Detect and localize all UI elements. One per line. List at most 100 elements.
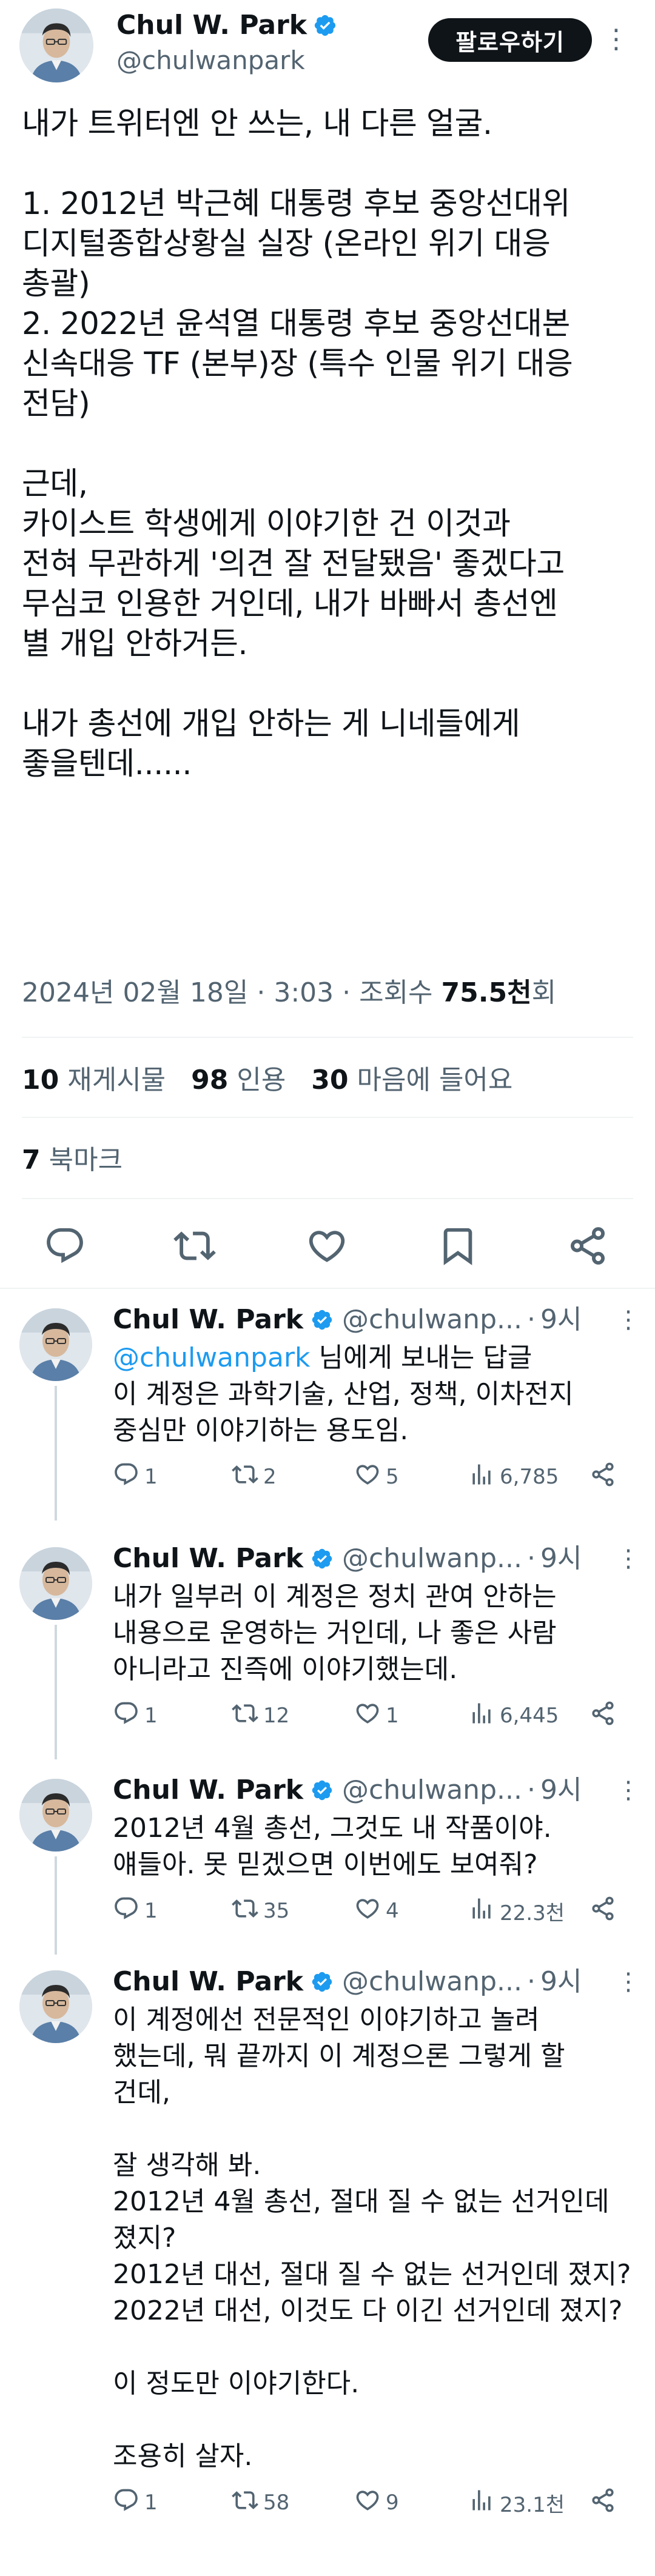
reply-text-line: 이 정도만 이야기한다.	[113, 2368, 360, 2399]
reply-retweet-button[interactable]: 2	[232, 1460, 277, 1494]
reply-author-name[interactable]: Chul W. Park	[113, 1540, 303, 1577]
divider	[22, 1198, 633, 1199]
verified-badge-icon	[311, 1779, 334, 1802]
reply-views-button[interactable]: 23.1천	[468, 2486, 565, 2520]
like-icon	[354, 1895, 381, 1927]
reply-share-button[interactable]	[590, 1699, 616, 1733]
reply-reply-button[interactable]: 1	[113, 1460, 158, 1494]
thread-connector	[55, 1625, 57, 1759]
reply-icon[interactable]	[44, 1225, 86, 1267]
reply-time[interactable]: 9시	[540, 1771, 582, 1809]
reply-text-line: 건데,	[113, 2077, 170, 2108]
reply-avatar[interactable]	[19, 1779, 92, 1852]
verified-badge-icon	[311, 1547, 334, 1570]
mention-link[interactable]: @chulwanpark	[113, 1342, 311, 1373]
share-icon[interactable]	[566, 1225, 609, 1267]
reply-author-name[interactable]: Chul W. Park	[113, 1301, 303, 1339]
separator-dot: ·	[526, 1304, 536, 1335]
reply-text-line: 얘들아. 못 믿겠으면 이번에도 보여줘?	[113, 1849, 538, 1880]
reply-text-line: 이 계정에선 전문적인 이야기하고 놀려	[113, 2004, 540, 2035]
reply-text-line	[113, 2402, 640, 2438]
retweet-icon[interactable]	[173, 1225, 216, 1267]
reply-time[interactable]: 9시	[540, 1963, 582, 2001]
reply-like-button[interactable]: 9	[354, 2486, 399, 2520]
divider	[22, 1117, 633, 1118]
tweet-date[interactable]: 2024년 02월 18일 · 3:03 · 조회수	[22, 977, 433, 1008]
tweet-text-line: 신속대응 TF (본부)장 (특수 인물 위기 대응	[22, 346, 573, 382]
more-options-icon[interactable]: ⋮	[616, 1301, 640, 1339]
more-options-icon[interactable]: ⋮	[603, 21, 630, 57]
reply-to-suffix: 님에게 보내는 답글	[310, 1342, 532, 1373]
reply-author-handle[interactable]: @chulwanp...	[342, 1771, 522, 1809]
like-icon	[354, 1461, 381, 1493]
bookmark-icon[interactable]	[437, 1225, 479, 1267]
reply-author-handle[interactable]: @chulwanp...	[342, 1963, 522, 2001]
reply-retweet-button[interactable]: 35	[232, 1894, 289, 1928]
reply-tweet[interactable]: Chul W. Park @chulwanp... · 9시 ⋮ 2012년 4…	[0, 1771, 655, 1955]
author-avatar[interactable]	[19, 8, 93, 82]
author-name[interactable]: Chul W. Park	[116, 8, 307, 42]
reply-reply-button[interactable]: 1	[113, 1894, 158, 1928]
reply-retweet-button[interactable]: 12	[232, 1699, 289, 1733]
retweet-icon	[232, 1895, 258, 1927]
reply-time[interactable]: 9시	[540, 1540, 582, 1577]
like-count: 5	[386, 1465, 399, 1489]
bookmarks-stat[interactable]: 7 북마크	[22, 1142, 123, 1179]
reply-like-button[interactable]: 1	[354, 1699, 399, 1733]
author-handle[interactable]: @chulwanpark	[116, 44, 305, 78]
reply-tweet[interactable]: Chul W. Park @chulwanp... · 9시 ⋮ 내가 일부러 …	[0, 1540, 655, 1759]
reply-author-name[interactable]: Chul W. Park	[113, 1771, 303, 1809]
reply-share-button[interactable]	[590, 2486, 616, 2520]
like-icon[interactable]	[306, 1225, 348, 1267]
reply-author-handle[interactable]: @chulwanp...	[342, 1540, 522, 1577]
tweet-text-line: 카이스트 학생에게 이야기한 건 이것과	[22, 506, 511, 542]
more-options-icon[interactable]: ⋮	[616, 1963, 640, 2001]
reply-text-line: 졌지?	[113, 2223, 176, 2253]
reply-tweet[interactable]: Chul W. Park @chulwanp... · 9시 ⋮ 이 계정에선 …	[0, 1963, 655, 2522]
reply-avatar[interactable]	[19, 1547, 92, 1620]
reply-text: 내가 일부러 이 계정은 정치 관여 안하는 내용으로 운영하는 거인데, 나 좋…	[113, 1579, 640, 1688]
reply-retweet-button[interactable]: 58	[232, 2486, 289, 2520]
reply-tweet[interactable]: Chul W. Park @chulwanp... · 9시 ⋮ @chulwa…	[0, 1301, 655, 1521]
like-icon	[354, 1700, 381, 1732]
like-icon	[354, 2487, 381, 2519]
reply-reply-button[interactable]: 1	[113, 1699, 158, 1733]
reply-count: 1	[144, 1465, 158, 1489]
reply-author-name[interactable]: Chul W. Park	[113, 1963, 303, 2001]
reply-actions: 1 58 9 23.1천	[113, 2486, 634, 2520]
reply-share-button[interactable]	[590, 1894, 616, 1928]
likes-stat[interactable]: 30 마음에 들어요	[311, 1065, 512, 1096]
reply-avatar[interactable]	[19, 1970, 92, 2043]
reply-time[interactable]: 9시	[540, 1301, 582, 1339]
more-options-icon[interactable]: ⋮	[616, 1540, 640, 1577]
retweet-count: 35	[263, 1899, 290, 1923]
reply-share-button[interactable]	[590, 1460, 616, 1494]
retweets-stat[interactable]: 10 재게시물	[22, 1065, 166, 1096]
reply-like-button[interactable]: 4	[354, 1894, 399, 1928]
views-count: 23.1천	[500, 2492, 565, 2517]
follow-button[interactable]: 팔로우하기	[428, 18, 592, 62]
tweet-text-line: 총괄)	[22, 266, 90, 302]
verified-badge-icon	[311, 1970, 334, 1993]
reply-text-line: 이 계정은 과학기술, 산업, 정책, 이차전지	[113, 1379, 574, 1410]
reply-text-line: 조용히 살자.	[113, 2441, 253, 2472]
reply-views-button[interactable]: 22.3천	[468, 1894, 565, 1928]
reply-like-button[interactable]: 5	[354, 1460, 399, 1494]
reply-actions: 1 2 5 6,785	[113, 1460, 634, 1494]
reply-views-button[interactable]: 6,445	[468, 1699, 559, 1733]
reply-views-button[interactable]: 6,785	[468, 1460, 559, 1494]
reply-avatar[interactable]	[19, 1308, 92, 1381]
views-icon	[468, 2487, 495, 2519]
reply-icon	[113, 1700, 139, 1732]
more-options-icon[interactable]: ⋮	[616, 1771, 640, 1809]
reply-text-line: 아니라고 진즉에 이야기했는데.	[113, 1654, 458, 1685]
avatar-photo	[19, 1547, 92, 1620]
quotes-stat[interactable]: 98 인용	[191, 1065, 286, 1096]
views-count: 6,445	[500, 1704, 559, 1728]
reply-text-line: 2012년 대선, 절대 질 수 없는 선거인데 졌지?	[113, 2259, 631, 2290]
reply-reply-button[interactable]: 1	[113, 2486, 158, 2520]
reply-author-handle[interactable]: @chulwanp...	[342, 1301, 522, 1339]
tweet-text-line: 좋을텐데......	[22, 746, 192, 782]
reply-text: 이 계정에선 전문적인 이야기하고 놀려 했는데, 뭐 끝까지 이 계정으론 그렇…	[113, 2002, 640, 2475]
author-name-row[interactable]: Chul W. Park	[116, 8, 337, 42]
